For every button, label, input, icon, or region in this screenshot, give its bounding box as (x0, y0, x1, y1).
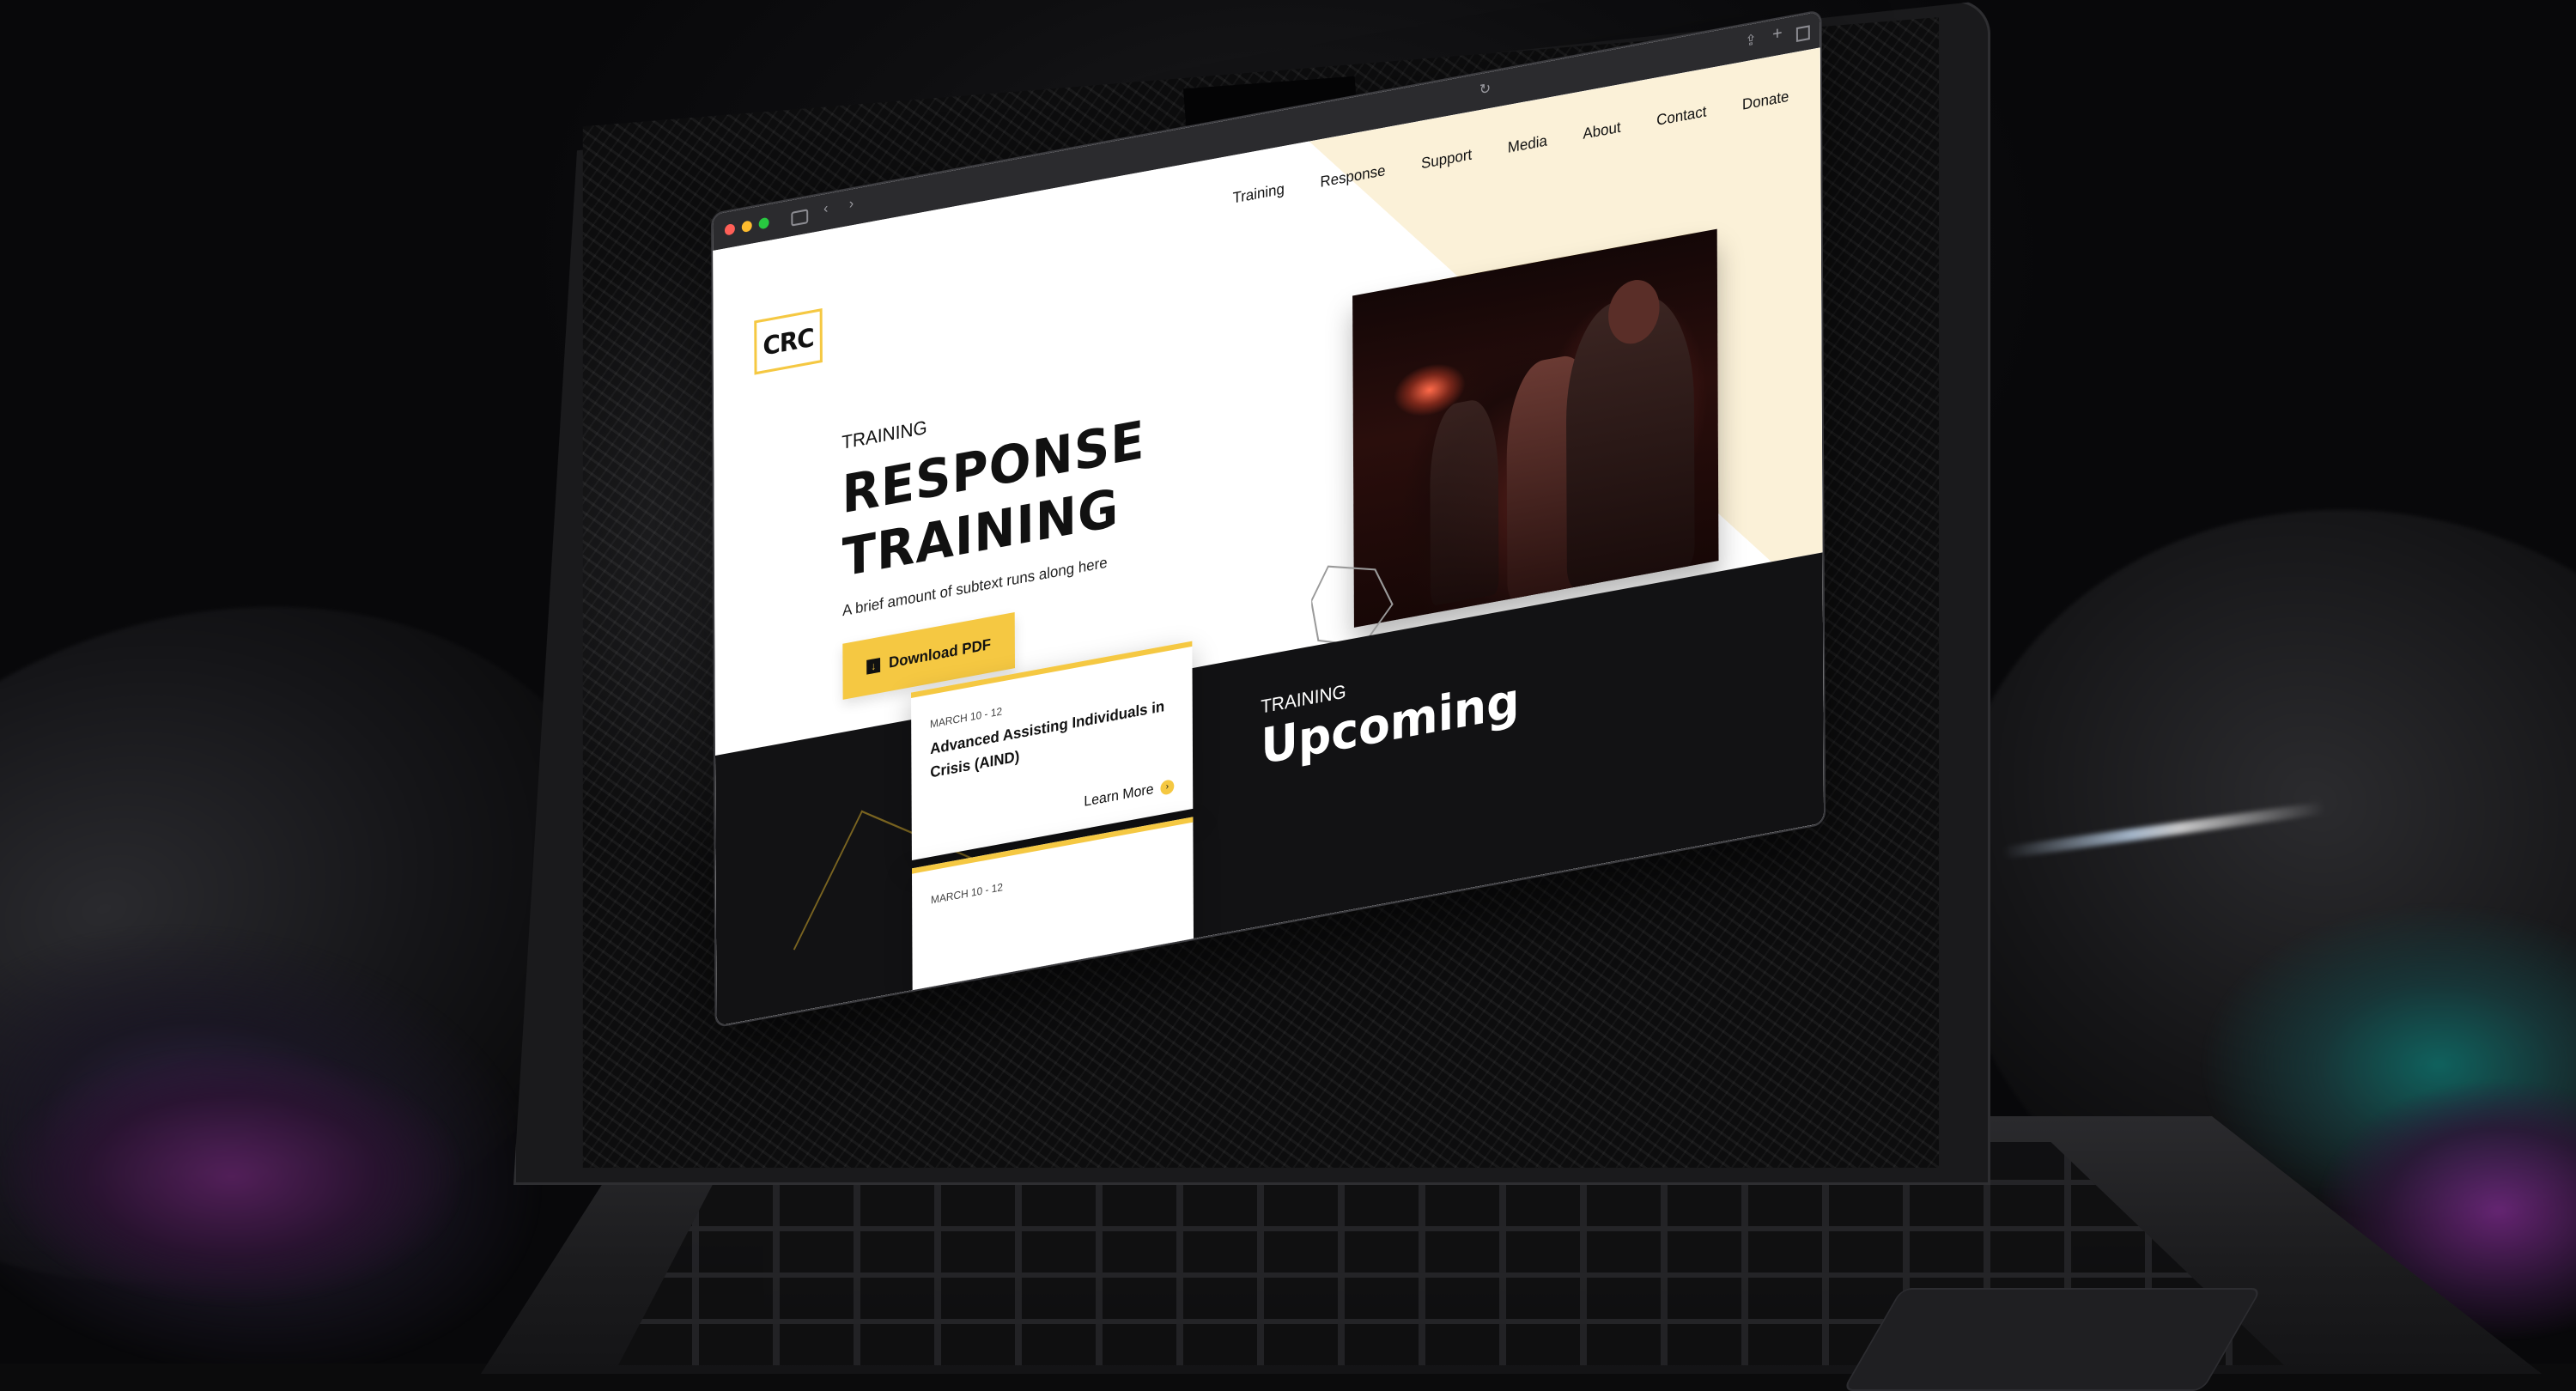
download-icon: ↓ (866, 657, 881, 675)
event-date: MARCH 10 - 12 (930, 880, 1004, 907)
new-tab-icon[interactable]: + (1772, 23, 1783, 46)
forward-icon[interactable]: › (849, 196, 854, 213)
zoom-window-button[interactable] (758, 216, 769, 230)
sidebar-icon[interactable] (791, 209, 809, 227)
learn-more-link[interactable]: Learn More › (1084, 778, 1175, 811)
arrow-right-icon: › (1160, 779, 1175, 796)
magenta-fabric-left (0, 1048, 464, 1305)
event-title: Advanced Assisting Individuals in Crisis… (930, 697, 1165, 781)
close-window-button[interactable] (724, 222, 735, 236)
learn-more-label: Learn More (1084, 781, 1154, 811)
nav-training[interactable]: Training (1233, 180, 1285, 208)
minimize-window-button[interactable] (741, 220, 752, 234)
share-icon[interactable]: ⇪ (1745, 30, 1756, 50)
hero-photo-firefighters (1352, 228, 1719, 628)
hero-eyebrow: TRAINING (841, 416, 927, 454)
back-icon[interactable]: ‹ (823, 201, 828, 218)
photo-figure (1430, 395, 1499, 607)
site-logo[interactable]: CRC (754, 308, 823, 375)
download-pdf-label: Download PDF (888, 635, 992, 671)
trackpad (1842, 1288, 2263, 1391)
tab-overview-icon[interactable] (1795, 25, 1810, 42)
reload-icon[interactable]: ↻ (1479, 79, 1491, 99)
hero-title: RESPONSE TRAINING (841, 388, 1251, 589)
